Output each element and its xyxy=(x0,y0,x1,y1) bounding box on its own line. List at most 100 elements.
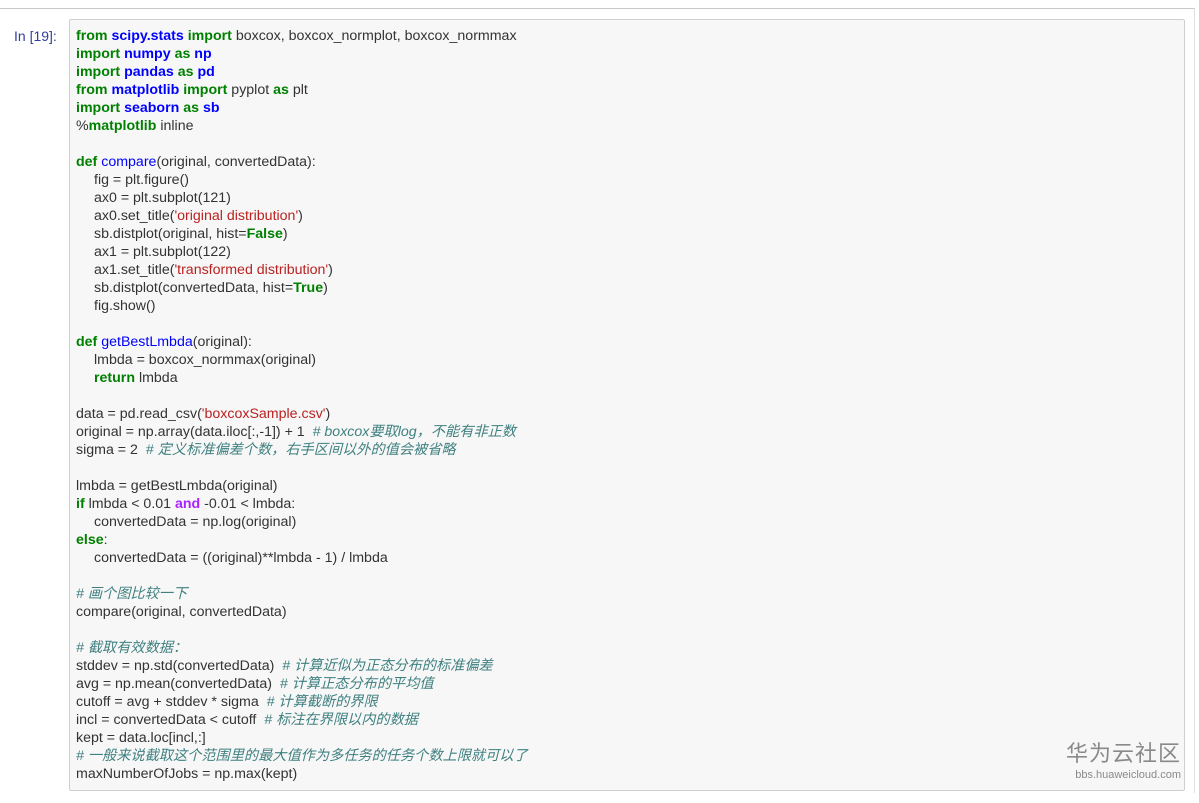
code-line: fig = plt.figure() xyxy=(76,171,528,189)
code-line: # 画个图比较一下 xyxy=(76,585,528,603)
code-line: # 截取有效数据： xyxy=(76,639,528,657)
code-token: fig = plt.figure() xyxy=(94,172,190,188)
code-token: matplotlib xyxy=(88,118,157,134)
code-token: plt xyxy=(288,82,308,98)
code-token: lmbda < 0.01 xyxy=(84,496,175,512)
code-token: sb xyxy=(202,100,220,116)
watermark-title: 华为云社区 xyxy=(1065,742,1181,767)
code-line: incl = convertedData < cutoff # 标注在界限以内的… xyxy=(76,711,528,729)
code-token: as xyxy=(183,100,200,116)
code-line: lmbda = boxcox_normmax(original) xyxy=(76,351,528,369)
code-token: original = np.array(data.iloc[:,-1]) + 1 xyxy=(76,424,313,440)
code-token: ax0 = plt.subplot(121) xyxy=(94,190,231,206)
code-token: (original, convertedData): xyxy=(156,154,316,170)
code-line: return lmbda xyxy=(76,369,528,387)
code-token: pandas xyxy=(124,64,174,80)
watermark-url: bbs.huaweicloud.com xyxy=(1075,769,1181,781)
code-line: lmbda = getBestLmbda(original) xyxy=(76,477,528,495)
code-token: and xyxy=(174,496,201,512)
code-token: import xyxy=(183,82,228,98)
code-token: ) xyxy=(325,406,331,422)
code-token: cutoff = avg + stddev * sigma xyxy=(76,694,267,710)
code-token: seaborn xyxy=(124,100,180,116)
code-token: False xyxy=(246,226,283,242)
code-token: # 标注在界限以内的数据 xyxy=(264,712,418,728)
code-token: # 计算近似为正态分布的标准偏差 xyxy=(282,658,493,674)
code-line: import pandas as pd xyxy=(76,63,528,81)
code-line: if lmbda < 0.01 and -0.01 < lmbda: xyxy=(76,495,528,513)
code-token: True xyxy=(293,280,324,296)
code-line: ax1 = plt.subplot(122) xyxy=(76,243,528,261)
code-token: # 计算截断的界限 xyxy=(266,694,378,710)
code-token: import xyxy=(76,100,121,116)
code-token: # 画个图比较一下 xyxy=(76,586,188,602)
code-token: avg = np.mean(convertedData) xyxy=(76,676,280,692)
code-line: %matplotlib inline xyxy=(76,117,528,135)
code-token: import xyxy=(187,28,232,44)
code-token: def xyxy=(76,154,98,170)
code-line: else: xyxy=(76,531,528,549)
code-token: import xyxy=(76,46,121,62)
code-token: ax1 = plt.subplot(122) xyxy=(94,244,231,260)
code-token: as xyxy=(273,82,289,98)
code-token: import xyxy=(76,64,121,80)
code-token: compare xyxy=(101,154,157,170)
code-token: # 定义标准偏差个数，右手区间以外的值会被省略 xyxy=(145,442,456,458)
code-token: convertedData = np.log(original) xyxy=(94,514,297,530)
code-token: lmbda = getBestLmbda(original) xyxy=(76,478,278,494)
code-token: lmbda xyxy=(135,370,178,386)
code-token: # 计算正态分布的平均值 xyxy=(279,676,434,692)
code-token: np xyxy=(194,46,212,62)
code-token: 'boxcoxSample.csv' xyxy=(201,406,326,422)
code-token: -0.01 < lmbda: xyxy=(200,496,296,512)
code-token: def xyxy=(76,334,98,350)
code-token: as xyxy=(177,64,194,80)
code-line: import numpy as np xyxy=(76,45,528,63)
code-block: from scipy.stats import boxcox, boxcox_n… xyxy=(76,27,528,783)
code-line: data = pd.read_csv('boxcoxSample.csv') xyxy=(76,405,528,423)
code-line: def compare(original, convertedData): xyxy=(76,153,528,171)
code-token: from xyxy=(76,28,108,44)
code-token: return xyxy=(94,370,135,386)
code-token: lmbda = boxcox_normmax(original) xyxy=(94,352,316,368)
code-token: if xyxy=(76,496,85,512)
code-token: ) xyxy=(328,262,333,278)
input-prompt: In [19]: xyxy=(14,28,57,44)
code-line: # 一般来说截取这个范围里的最大值作为多任务的任务个数上限就可以了 xyxy=(76,747,528,765)
code-token: ) xyxy=(282,226,288,242)
code-token: pd xyxy=(197,64,215,80)
code-token: sb.distplot(original, hist= xyxy=(94,226,247,242)
code-line: compare(original, convertedData) xyxy=(76,603,528,621)
code-line: convertedData = ((original)**lmbda - 1) … xyxy=(76,549,528,567)
code-token: boxcox, boxcox_normplot, boxcox_normmax xyxy=(231,28,517,44)
code-token: 'original distribution' xyxy=(174,208,299,224)
code-line: stddev = np.std(convertedData) # 计算近似为正态… xyxy=(76,657,528,675)
code-token: scipy.stats xyxy=(111,28,184,44)
code-editor[interactable]: from scipy.stats import boxcox, boxcox_n… xyxy=(69,19,1185,791)
code-token: maxNumberOfJobs = np.max(kept) xyxy=(76,766,298,782)
code-token: (original): xyxy=(192,334,252,350)
code-token: sb.distplot(convertedData, hist= xyxy=(94,280,294,296)
code-token: else xyxy=(76,532,104,548)
code-token: numpy xyxy=(124,46,171,62)
code-line: convertedData = np.log(original) xyxy=(76,513,528,531)
code-line: def getBestLmbda(original): xyxy=(76,333,528,351)
code-line: kept = data.loc[incl,:] xyxy=(76,729,528,747)
code-token: convertedData = ((original)**lmbda - 1) … xyxy=(94,550,388,566)
code-line: ax0 = plt.subplot(121) xyxy=(76,189,528,207)
code-token: sigma = 2 xyxy=(76,442,146,458)
code-token: from xyxy=(76,82,108,98)
code-token: compare(original, convertedData) xyxy=(76,604,287,620)
code-line: fig.show() xyxy=(76,297,528,315)
code-token: as xyxy=(174,46,191,62)
code-line: ax1.set_title('transformed distribution'… xyxy=(76,261,528,279)
watermark: 华为云社区 bbs.huaweicloud.com xyxy=(1066,742,1181,782)
code-token: pyplot xyxy=(227,82,274,98)
code-token: # 截取有效数据： xyxy=(76,640,188,656)
code-token: data = pd.read_csv( xyxy=(76,406,202,422)
code-token: incl = convertedData < cutoff xyxy=(76,712,265,728)
